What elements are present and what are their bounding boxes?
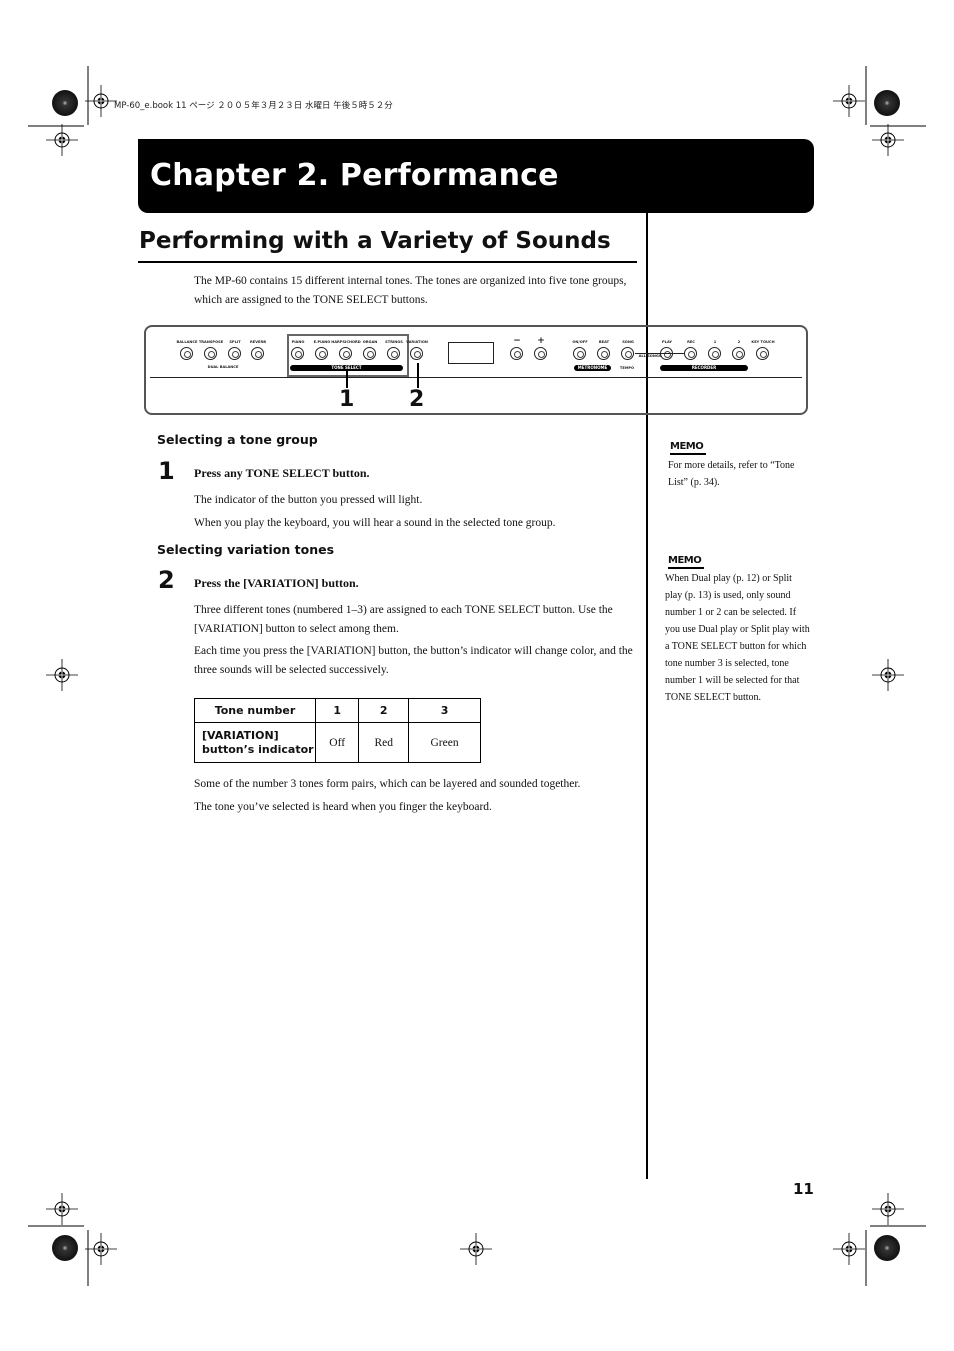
panel-knob	[251, 347, 264, 360]
panel-knob-label: KEY TOUCH	[751, 340, 775, 344]
memo-text: For more details, refer to “Tone List” (…	[668, 460, 795, 488]
step-1-instruction: Press any TONE SELECT button.	[194, 466, 370, 480]
panel-knob	[732, 347, 745, 360]
color-target-icon	[874, 1235, 900, 1261]
step-2-paragraph: Three different tones (numbered 1–3) are…	[194, 604, 613, 635]
table-row-label: [VARIATION] button’s indicator	[194, 722, 316, 763]
panel-knob-label: SONG	[622, 340, 634, 344]
memo-icon: MEMO	[668, 550, 704, 569]
panel-knob	[708, 347, 721, 360]
panel-knob	[621, 347, 634, 360]
step-2-paragraph: Each time you press the [VARIATION] butt…	[194, 645, 633, 676]
registration-mark-icon	[45, 1192, 79, 1226]
step-1-paragraph: The indicator of the button you pressed …	[194, 494, 423, 506]
panel-knob-label: SPLIT	[229, 340, 241, 344]
panel-knob-label: ORGAN	[362, 340, 378, 344]
panel-knob-label: REC	[687, 340, 695, 344]
panel-divider	[150, 377, 802, 378]
memo-icon: MEMO	[670, 436, 706, 455]
color-target-icon	[52, 90, 78, 116]
panel-knob-label: +	[537, 336, 545, 346]
panel-knob-label: BALLANCE	[176, 340, 198, 344]
step-2-instruction: Press the [VARIATION] button.	[194, 576, 359, 590]
panel-knob-label: HARPSICHORD	[331, 340, 361, 344]
panel-knob	[597, 347, 610, 360]
registration-mark-icon	[871, 1192, 905, 1226]
intro-paragraph: The MP-60 contains 15 different internal…	[194, 275, 627, 306]
panel-knob	[756, 347, 769, 360]
all-songs-link	[635, 353, 685, 354]
tempo-label: TEMPO	[619, 366, 635, 370]
after-table-paragraph: Some of the number 3 tones form pairs, w…	[194, 778, 581, 790]
panel-knob-label: REVERB	[250, 340, 266, 344]
display-window	[448, 342, 494, 364]
panel-knob	[510, 347, 523, 360]
recorder-bar: RECORDER	[660, 365, 748, 371]
panel-knob	[204, 347, 217, 360]
callout-line-1	[346, 371, 348, 388]
panel-knob	[180, 347, 193, 360]
registration-mark-icon	[871, 658, 905, 692]
registration-mark-icon	[871, 123, 905, 157]
table-cell: Red	[358, 722, 410, 763]
color-target-icon	[52, 1235, 78, 1261]
step-2-heading: Selecting variation tones	[157, 542, 335, 557]
panel-knob-label: STRINGS	[385, 340, 403, 344]
registration-mark-icon	[832, 84, 866, 118]
after-table-paragraph: The tone you’ve selected is heard when y…	[194, 801, 492, 813]
metronome-bar: METRONOME	[574, 365, 611, 371]
step-1-heading: Selecting a tone group	[157, 432, 318, 447]
callout-1: 1	[339, 387, 355, 412]
chapter-title: Chapter 2. Performance	[150, 158, 559, 193]
panel-knob-label: BEAT	[598, 340, 610, 344]
table-header-cell: Tone number	[194, 698, 316, 723]
panel-knob	[291, 347, 304, 360]
step-1-paragraph: When you play the keyboard, you will hea…	[194, 517, 556, 529]
panel-knob-label: 1	[713, 340, 717, 344]
page-number: 11	[793, 1180, 814, 1198]
panel-knob-label: 2	[737, 340, 741, 344]
panel-knob	[410, 347, 423, 360]
step-1-number: 1	[158, 457, 175, 485]
table-header-cell: 1	[314, 698, 360, 723]
panel-knob	[387, 347, 400, 360]
panel-knob-label: PIANO	[291, 340, 305, 344]
panel-knob	[228, 347, 241, 360]
callout-2: 2	[409, 387, 425, 412]
panel-knob	[315, 347, 328, 360]
memo-text: When Dual play (p. 12) or Split play (p.…	[665, 573, 810, 703]
table-header-cell: 2	[358, 698, 410, 723]
panel-knob-label: E.PIANO	[313, 340, 331, 344]
table-header-cell: 3	[408, 698, 481, 723]
panel-knob-label: ON/OFF	[572, 340, 588, 344]
print-header: MP-60_e.book 11 ページ ２００５年３月２３日 水曜日 午後５時５…	[114, 101, 393, 111]
table-cell: Green	[408, 722, 481, 763]
table-header-row: Tone number 1 2 3	[194, 698, 481, 723]
panel-knob-label: VARIATION	[406, 340, 428, 344]
registration-mark-icon	[84, 84, 118, 118]
registration-mark-icon	[459, 1232, 493, 1266]
variation-table: Tone number 1 2 3 [VARIATION] button’s i…	[194, 698, 481, 763]
all-songs-label: ALL SONGS	[638, 354, 662, 358]
registration-mark-icon	[84, 1232, 118, 1266]
registration-mark-icon	[832, 1232, 866, 1266]
step-2-number: 2	[158, 566, 175, 594]
panel-knob-label: TRANSPOSE	[198, 340, 224, 344]
panel-knob	[684, 347, 697, 360]
dual-balance-label: DUAL BALANCE	[207, 365, 239, 369]
panel-knob	[534, 347, 547, 360]
panel-knob	[339, 347, 352, 360]
table-cell: Off	[314, 722, 360, 763]
table-row: [VARIATION] button’s indicator Off Red G…	[194, 722, 481, 763]
callout-line-2	[417, 363, 419, 388]
registration-mark-icon	[45, 658, 79, 692]
panel-knob-label: PLAY	[662, 340, 672, 344]
registration-mark-icon	[45, 123, 79, 157]
panel-knob	[363, 347, 376, 360]
panel-knob-label: −	[513, 336, 521, 346]
section-title: Performing with a Variety of Sounds	[139, 228, 611, 254]
color-target-icon	[874, 90, 900, 116]
section-rule	[138, 261, 637, 263]
panel-knob	[573, 347, 586, 360]
